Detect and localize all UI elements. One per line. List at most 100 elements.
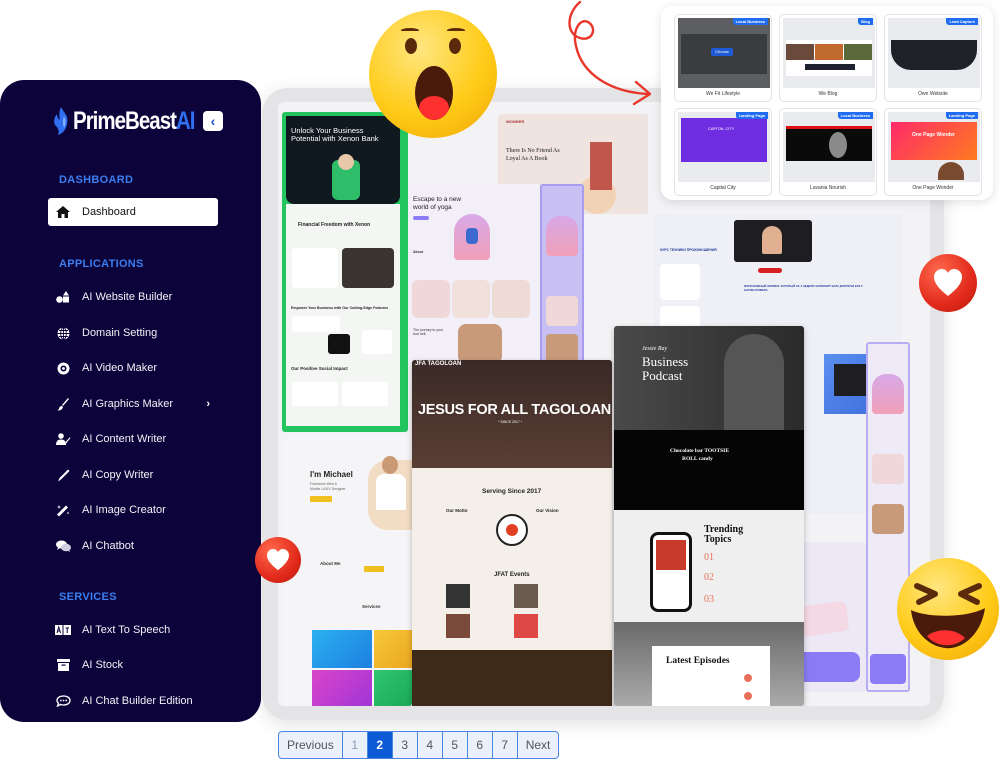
chat-bubbles-icon xyxy=(54,539,72,553)
portfolio-role-2: Mobile UI/UX Designer xyxy=(310,487,346,491)
bookstore-headline-1: There Is No Friend As xyxy=(506,148,560,154)
template-thumbnail xyxy=(783,18,875,88)
thumb-title: CAPITAL CITY xyxy=(708,126,735,131)
podcast-num-1: 01 xyxy=(704,552,714,563)
sidebar-item-label: AI Content Writer xyxy=(82,433,167,445)
bookstore-headline-2: Loyal As A Book xyxy=(506,156,548,162)
chat-dots-icon xyxy=(54,694,72,708)
template-card-own-website[interactable]: Lead Capture Own Website xyxy=(884,14,982,102)
sidebar-item-label: AI Video Maker xyxy=(82,362,158,374)
template-card-we-fit-lifestyle[interactable]: Choose Local Business We Fit Lifestyle xyxy=(674,14,772,102)
podcast-trending-2: Topics xyxy=(704,534,732,545)
template-preview-church[interactable]: JFA TAGOLOAN JESUS FOR ALL TAGOLOAN * SI… xyxy=(412,360,612,706)
sidebar-item-ai-chat-builder-edition[interactable]: AI Chat Builder Edition xyxy=(48,687,218,715)
template-tag: Lead Capture xyxy=(946,18,978,25)
template-picker: Choose Local Business We Fit Lifestyle B… xyxy=(661,6,993,200)
section-title-services: SERVICES xyxy=(59,591,117,603)
sidebar-item-ai-chatbot[interactable]: AI Chatbot xyxy=(48,532,218,560)
heart-icon xyxy=(919,254,977,312)
template-tag: Blog xyxy=(858,18,873,25)
choose-button[interactable]: Choose xyxy=(711,48,733,56)
thumb-title: One Page Wonder xyxy=(912,132,955,138)
sidebar-item-ai-copy-writer[interactable]: AI Copy Writer xyxy=(48,461,218,489)
template-card-capital-city[interactable]: CAPITAL CITY Landing Page Capital City xyxy=(674,108,772,196)
sidebar-item-label: AI Graphics Maker xyxy=(82,398,174,410)
xenon-subheadline: Financial Freedom with Xenon xyxy=(298,222,371,228)
sidebar-item-ai-stock[interactable]: AI Stock xyxy=(48,651,218,679)
template-name: Capital City xyxy=(710,185,736,191)
xenon-impact: Our Positive Social Impact xyxy=(291,366,348,371)
archive-box-icon xyxy=(54,658,72,672)
template-card-one-page-wonder[interactable]: One Page Wonder Landing Page One Page Wo… xyxy=(884,108,982,196)
yoga-journey: The journey to your true self. xyxy=(413,328,444,336)
flame-logo-icon xyxy=(54,107,68,135)
template-tag: Local Business xyxy=(732,18,768,25)
template-preview-yoga[interactable]: Escape to a new world of yoga About The … xyxy=(408,184,540,364)
template-thumbnail: Choose xyxy=(678,18,770,88)
page-button-7[interactable]: 7 xyxy=(493,732,518,758)
church-vision: Our Vision xyxy=(536,508,559,513)
globe-icon xyxy=(54,326,72,340)
portfolio-role-1: Freelance Web & xyxy=(310,482,337,486)
sidebar-item-ai-video-maker[interactable]: AI Video Maker xyxy=(48,354,218,382)
sidebar-item-ai-image-creator[interactable]: AI Image Creator xyxy=(48,496,218,524)
pagination: Previous 1 2 3 4 5 6 7 Next xyxy=(278,731,560,759)
course-title: КУРС ТЕХНИКИ ПРОИЗНОШЕНИЯ xyxy=(660,248,717,252)
template-card-lavania-nourish[interactable]: Local Business Lavania Nourish xyxy=(779,108,877,196)
portfolio-about: About Me xyxy=(320,561,341,566)
template-preview-yoga-mobile[interactable] xyxy=(540,184,584,364)
page-button-1[interactable]: 1 xyxy=(343,732,368,758)
template-tag: Local Business xyxy=(837,112,873,119)
template-preview-podcast[interactable]: Jessie Ray Business Podcast Chocolate ba… xyxy=(614,326,804,706)
sidebar-item-label: AI Image Creator xyxy=(82,504,166,516)
previous-page-button[interactable]: Previous xyxy=(279,732,343,758)
template-preview-xenon[interactable]: Unlock Your Business Potential with Xeno… xyxy=(282,112,408,432)
yoga-headline-2: world of yoga xyxy=(413,204,452,211)
church-since: * SINCE 2017 * xyxy=(498,420,523,424)
brush-icon xyxy=(54,397,72,411)
church-serving: Serving Since 2017 xyxy=(482,488,542,495)
brand-logo[interactable]: PrimeBeastAI xyxy=(52,106,221,136)
sidebar-item-domain-setting[interactable]: Domain Setting xyxy=(48,319,218,347)
template-tag: Landing Page xyxy=(735,112,768,119)
podcast-num-3: 03 xyxy=(704,594,714,605)
template-card-we-blog[interactable]: Blog We Blog xyxy=(779,14,877,102)
sidebar-item-label: AI Chatbot xyxy=(82,540,134,552)
template-preview-portfolio[interactable]: I'm Michael Freelance Web & Mobile UI/UX… xyxy=(282,434,412,706)
section-title-applications: APPLICATIONS xyxy=(59,258,144,270)
course-format: ИНТЕНСИВНЫЙ ФОРМАТ, КОТОРЫЙ ЗА 4 НЕДЕЛИ … xyxy=(744,284,863,292)
page-button-6[interactable]: 6 xyxy=(468,732,493,758)
sidebar-item-label: AI Website Builder xyxy=(82,291,173,303)
yoga-headline-1: Escape to a new xyxy=(413,196,462,203)
sidebar-item-ai-content-writer[interactable]: AI Content Writer xyxy=(48,425,218,453)
magic-wand-icon xyxy=(54,503,72,517)
home-icon xyxy=(54,205,72,219)
template-name: Own Website xyxy=(918,91,948,97)
xenon-headline-2: Potential with Xenon Bank xyxy=(291,134,379,143)
sidebar-item-label: Domain Setting xyxy=(82,327,158,339)
template-thumbnail xyxy=(888,18,980,88)
collapse-sidebar-button[interactable]: ‹ xyxy=(203,111,223,131)
sidebar-item-ai-website-builder[interactable]: AI Website Builder xyxy=(48,283,218,311)
template-name: We Fit Lifestyle xyxy=(705,91,741,97)
heart-icon xyxy=(255,537,301,583)
sidebar-item-ai-graphics-maker[interactable]: AI Graphics Maker › xyxy=(48,390,218,418)
text-speech-icon xyxy=(54,623,72,637)
page-button-5[interactable]: 5 xyxy=(443,732,468,758)
page-button-3[interactable]: 3 xyxy=(393,732,418,758)
template-thumbnail: One Page Wonder xyxy=(888,112,980,182)
page-button-4[interactable]: 4 xyxy=(418,732,443,758)
sidebar-item-ai-text-to-speech[interactable]: AI Text To Speech xyxy=(48,616,218,644)
sidebar-item-label: AI Chat Builder Edition xyxy=(82,695,193,707)
sidebar-item-dashboard[interactable]: Dashboard xyxy=(48,198,218,226)
curly-arrow-icon xyxy=(568,0,652,106)
brand-name: PrimeBeastAI xyxy=(73,106,195,135)
next-page-button[interactable]: Next xyxy=(518,732,559,758)
chevron-left-icon: ‹ xyxy=(210,113,216,129)
page-button-2[interactable]: 2 xyxy=(367,732,393,758)
portfolio-services: Services xyxy=(362,604,381,609)
template-name: Lavania Nourish xyxy=(809,185,847,191)
podcast-candy-1: Chocolate bar TOOTSIE xyxy=(670,448,729,454)
church-title: JESUS FOR ALL TAGOLOAN xyxy=(418,402,611,418)
xenon-features: Empower Your Business with Our Cutting-E… xyxy=(291,306,389,310)
